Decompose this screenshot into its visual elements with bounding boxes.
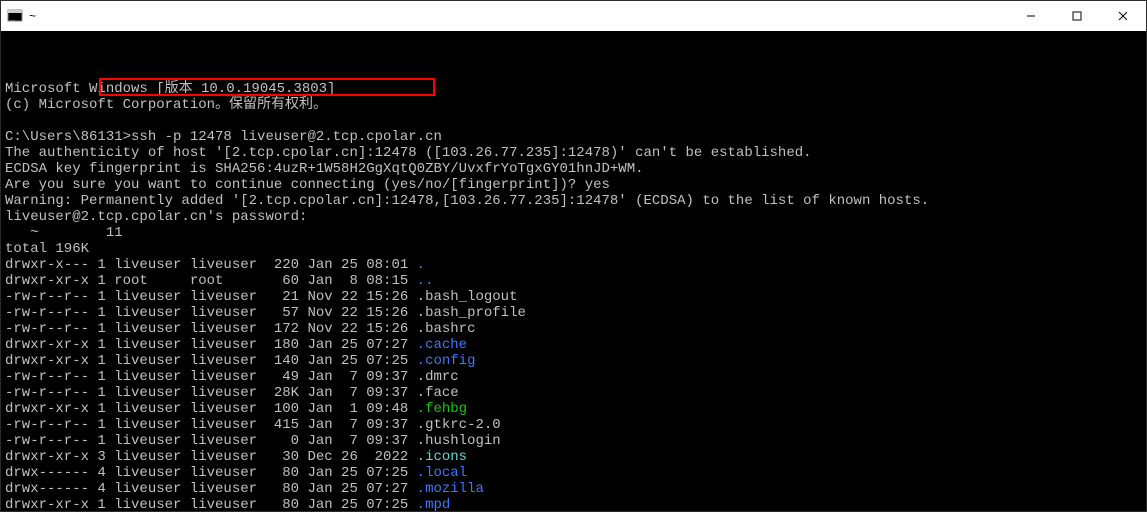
ssh-command-line: C:\Users\86131>ssh -p 12478 liveuser@2.t…	[5, 129, 1142, 145]
file-name: .gtkrc-2.0	[417, 417, 501, 433]
ls-row: -rw-r--r-- 1 liveuser liveuser 49 Jan 7 …	[5, 369, 1142, 385]
window-title: ~	[29, 9, 36, 23]
titlebar[interactable]: _ ~	[1, 1, 1146, 31]
file-name: ..	[417, 273, 434, 289]
file-name: .mozilla	[417, 481, 484, 497]
terminal-output[interactable]: Microsoft Windows [版本 10.0.19045.3803](c…	[1, 31, 1146, 511]
svg-text:_: _	[10, 12, 15, 21]
ls-row: drwxr-xr-x 1 liveuser liveuser 80 Jan 25…	[5, 497, 1142, 511]
file-name: .cache	[417, 337, 467, 353]
file-name: .icons	[417, 449, 467, 465]
ls-row: drwx------ 4 liveuser liveuser 80 Jan 25…	[5, 465, 1142, 481]
ssh-output-line: Are you sure you want to continue connec…	[5, 177, 1142, 193]
file-name: .hushlogin	[417, 433, 501, 449]
file-name: .	[417, 257, 425, 273]
terminal-window: _ ~ Microsoft Windows [版本 10.0.19045.380…	[0, 0, 1147, 512]
ls-row: drwxr-xr-x 1 liveuser liveuser 140 Jan 2…	[5, 353, 1142, 369]
ls-row: -rw-r--r-- 1 liveuser liveuser 172 Nov 2…	[5, 321, 1142, 337]
file-name: .mpd	[417, 497, 451, 511]
file-name: .config	[417, 353, 476, 369]
header-line	[5, 113, 1142, 129]
ls-row: -rw-r--r-- 1 liveuser liveuser 57 Nov 22…	[5, 305, 1142, 321]
ssh-output-line: ECDSA key fingerprint is SHA256:4uzR+1W5…	[5, 161, 1142, 177]
header-line: Microsoft Windows [版本 10.0.19045.3803]	[5, 81, 1142, 97]
minimize-button[interactable]	[1008, 1, 1054, 31]
ls-row: -rw-r--r-- 1 liveuser liveuser 21 Nov 22…	[5, 289, 1142, 305]
ls-row: drwxr-x--- 1 liveuser liveuser 220 Jan 2…	[5, 257, 1142, 273]
ls-row: drwxr-xr-x 1 root root 60 Jan 8 08:15 ..	[5, 273, 1142, 289]
close-button[interactable]	[1100, 1, 1146, 31]
ls-row: -rw-r--r-- 1 liveuser liveuser 415 Jan 7…	[5, 417, 1142, 433]
ssh-output-line: The authenticity of host '[2.tcp.cpolar.…	[5, 145, 1142, 161]
ls-total-line: total 196K	[5, 241, 1142, 257]
ls-row: drwx------ 4 liveuser liveuser 80 Jan 25…	[5, 481, 1142, 497]
ls-row: drwxr-xr-x 1 liveuser liveuser 180 Jan 2…	[5, 337, 1142, 353]
file-name: .dmrc	[417, 369, 459, 385]
header-line: (c) Microsoft Corporation。保留所有权利。	[5, 97, 1142, 113]
ssh-output-line: ~ 11	[5, 225, 1142, 241]
maximize-button[interactable]	[1054, 1, 1100, 31]
ls-row: -rw-r--r-- 1 liveuser liveuser 28K Jan 7…	[5, 385, 1142, 401]
file-name: .bash_profile	[417, 305, 526, 321]
file-name: .face	[417, 385, 459, 401]
ls-row: drwxr-xr-x 1 liveuser liveuser 100 Jan 1…	[5, 401, 1142, 417]
ls-row: drwxr-xr-x 3 liveuser liveuser 30 Dec 26…	[5, 449, 1142, 465]
terminal-icon: _	[7, 8, 23, 24]
ssh-output-line: liveuser@2.tcp.cpolar.cn's password:	[5, 209, 1142, 225]
file-name: .fehbg	[417, 401, 467, 417]
ls-row: -rw-r--r-- 1 liveuser liveuser 0 Jan 7 0…	[5, 433, 1142, 449]
file-name: .bashrc	[417, 321, 476, 337]
file-name: .bash_logout	[417, 289, 518, 305]
file-name: .local	[417, 465, 467, 481]
ssh-output-line: Warning: Permanently added '[2.tcp.cpola…	[5, 193, 1142, 209]
